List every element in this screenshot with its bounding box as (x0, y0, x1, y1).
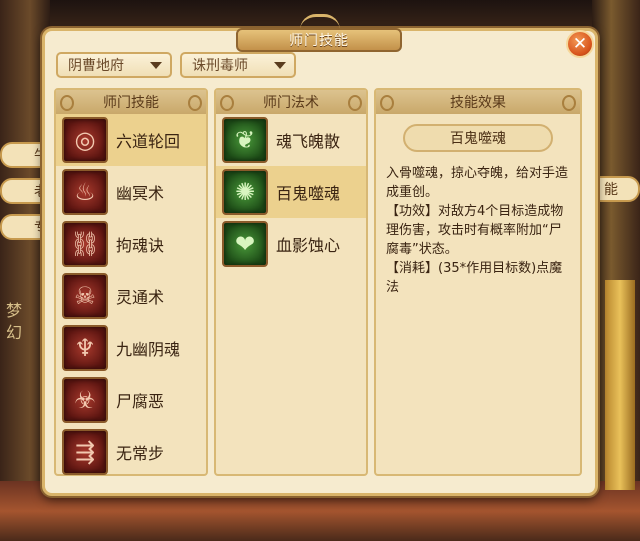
spell-item[interactable]: ❦ 魂飞魄散 (216, 114, 366, 166)
effect-line: 入骨噬魂，掠心夺魄，给对手造成重创。 (386, 166, 569, 200)
skill-item[interactable]: ♆ 九幽阴魂 (56, 322, 206, 374)
chevron-down-icon (274, 62, 286, 69)
skill-item-label: 幽冥术 (116, 184, 165, 203)
skill-item-label: 尸腐恶 (116, 392, 165, 411)
spells-column-header: 师门法术 (216, 90, 366, 114)
spell-item-label: 百鬼噬魂 (276, 184, 341, 203)
skills-list: ◎ 六道轮回 ♨ 幽冥术 ⛓ 拘魂诀 ☠ 灵通术 ♆ 九幽阴魂 ☣ 尸腐恶 ⇶ 无常步 (56, 114, 206, 478)
spell-item-label: 血影蚀心 (276, 236, 341, 255)
effect-column-header: 技能效果 (376, 90, 580, 114)
effect-column: 技能效果 百鬼噬魂 入骨噬魂，掠心夺魄，给对手造成重创。 【功效】对敌方4个目标… (374, 88, 582, 476)
golden-pillar (605, 280, 635, 490)
skill-item-label: 九幽阴魂 (116, 340, 181, 359)
footstep-icon[interactable]: ⇶ (62, 429, 108, 475)
cage-icon[interactable]: ⛓ (62, 221, 108, 267)
rot-icon[interactable]: ☣ (62, 377, 108, 423)
skill-item[interactable]: ◎ 六道轮回 (56, 114, 206, 166)
skill-item-label: 六道轮回 (116, 132, 181, 151)
skull-icon[interactable]: ☠ (62, 273, 108, 319)
skill-item[interactable]: ☠ 灵通术 (56, 270, 206, 322)
skill-item-label: 灵通术 (116, 288, 165, 307)
close-button[interactable]: ✕ (566, 30, 594, 58)
effect-line: 【消耗】(35*作用目标数)点魔法 (386, 261, 563, 295)
sect-dropdown-value: 阴曹地府 (68, 58, 124, 74)
effect-skill-name: 百鬼噬魂 (403, 124, 553, 152)
spell-item[interactable]: ✺ 百鬼噬魂 (216, 166, 366, 218)
skill-item[interactable]: ☣ 尸腐恶 (56, 374, 206, 426)
heart-icon[interactable]: ❤ (222, 221, 268, 267)
role-dropdown-value: 诛刑毒师 (192, 58, 248, 74)
chevron-down-icon (150, 62, 162, 69)
skill-item-label: 无常步 (116, 444, 165, 463)
background-mural-text: 梦幻 (6, 301, 23, 342)
skill-item-label: 拘魂诀 (116, 236, 165, 255)
sect-dropdown[interactable]: 阴曹地府 (56, 52, 172, 78)
spells-list: ❦ 魂飞魄散 ✺ 百鬼噬魂 ❤ 血影蚀心 (216, 114, 366, 270)
spirits-icon[interactable]: ♆ (62, 325, 108, 371)
ring-icon[interactable]: ◎ (62, 117, 108, 163)
skill-item[interactable]: ♨ 幽冥术 (56, 166, 206, 218)
spell-item-label: 魂飞魄散 (276, 132, 341, 151)
spells-column: 师门法术 ❦ 魂飞魄散 ✺ 百鬼噬魂 ❤ 血影蚀心 (214, 88, 368, 476)
skills-column-header: 师门技能 (56, 90, 206, 114)
skills-column: 师门技能 ◎ 六道轮回 ♨ 幽冥术 ⛓ 拘魂诀 ☠ 灵通术 ♆ 九幽阴魂 ☣ 尸腐恶 ⇶ 无常步 (54, 88, 208, 476)
role-dropdown[interactable]: 诛刑毒师 (180, 52, 296, 78)
soul-icon[interactable]: ❦ (222, 117, 268, 163)
skill-item[interactable]: ⛓ 拘魂诀 (56, 218, 206, 270)
spell-item[interactable]: ❤ 血影蚀心 (216, 218, 366, 270)
ghosts-icon[interactable]: ✺ (222, 169, 268, 215)
close-icon: ✕ (572, 34, 588, 54)
effect-description: 入骨噬魂，掠心夺魄，给对手造成重创。 【功效】对敌方4个目标造成物理伤害，攻击时… (386, 164, 570, 297)
effect-line: 【功效】对敌方4个目标造成物理伤害，攻击时有概率附加“尸腐毒”状态。 (386, 204, 564, 257)
ghost-icon[interactable]: ♨ (62, 169, 108, 215)
skill-item[interactable]: ⇶ 无常步 (56, 426, 206, 478)
dialog-title: 师门技能 (236, 28, 402, 52)
